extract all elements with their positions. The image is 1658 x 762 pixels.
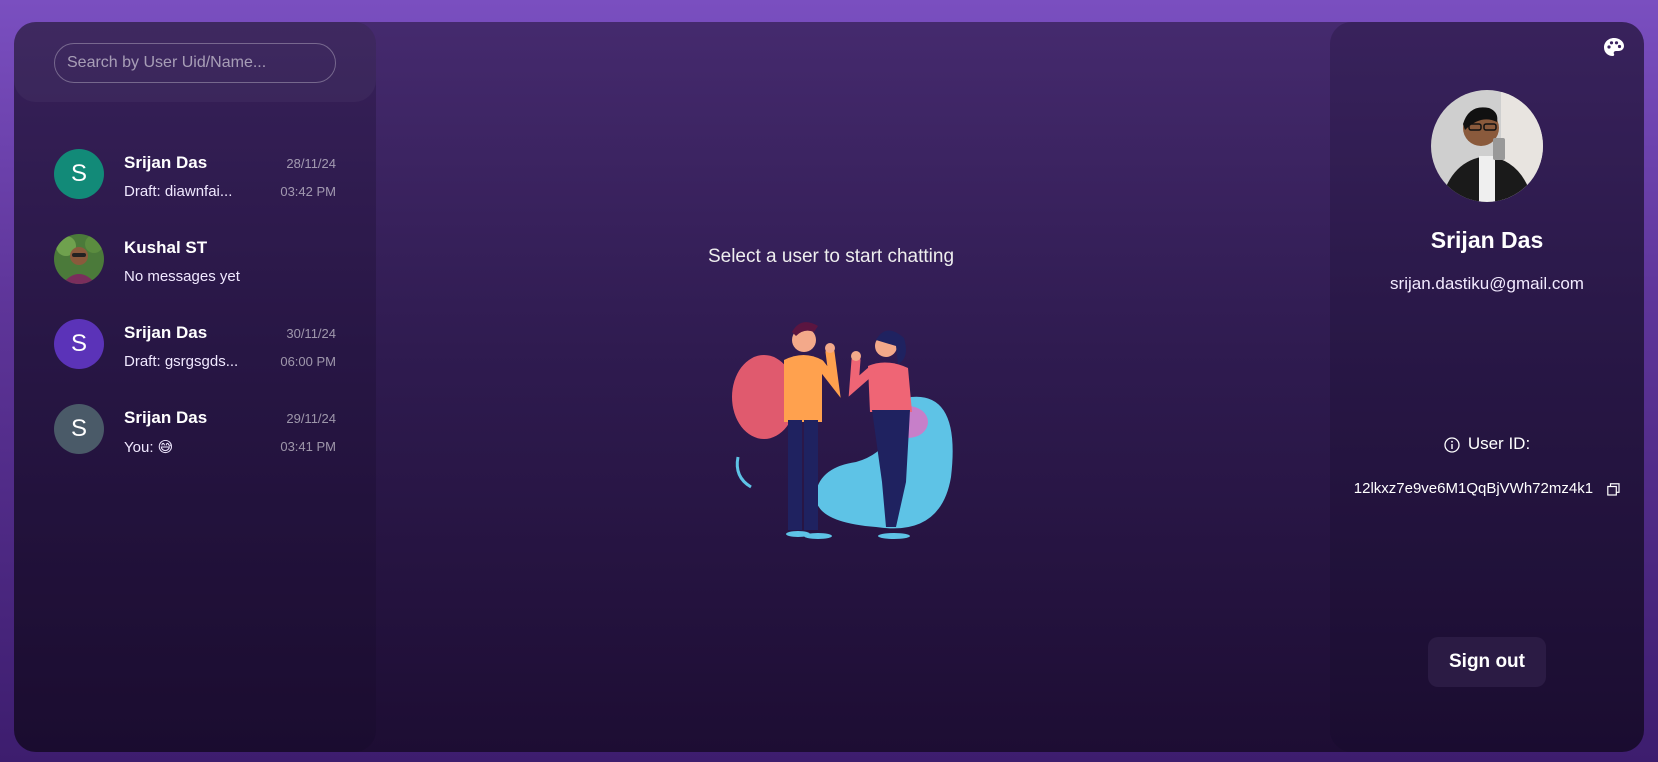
- avatar: S: [54, 404, 104, 454]
- sign-out-button[interactable]: Sign out: [1428, 637, 1546, 687]
- chat-date: 29/11/24: [286, 411, 336, 426]
- chat-date: 30/11/24: [286, 326, 336, 341]
- chat-preview: No messages yet: [124, 268, 240, 285]
- chat-name: Srijan Das: [124, 408, 208, 427]
- avatar-initial: S: [70, 330, 87, 357]
- chat-sidebar: S Srijan Das Draft: diawnfai... 28/11/24…: [14, 22, 376, 752]
- chat-time: 06:00 PM: [280, 354, 336, 369]
- user-id-label-row: User ID:: [1330, 434, 1644, 454]
- search-bar: [14, 22, 376, 102]
- avatar: S: [54, 149, 104, 199]
- avatar-initial: S: [70, 160, 87, 187]
- search-input[interactable]: [54, 43, 336, 83]
- empty-chat-message: Select a user to start chatting: [707, 246, 955, 267]
- app-window: S Srijan Das Draft: diawnfai... 28/11/24…: [14, 22, 1644, 752]
- profile-name: Srijan Das: [1430, 227, 1544, 253]
- copy-icon[interactable]: [1607, 482, 1620, 496]
- chat-date: 28/11/24: [286, 156, 336, 171]
- info-icon: [1444, 436, 1460, 453]
- chat-time: 03:41 PM: [280, 439, 336, 454]
- user-id-row: 12lkxz7e9ve6M1QqBjVWh72mz4k1: [1330, 480, 1644, 497]
- user-photo-icon: [54, 234, 104, 284]
- profile-panel: Srijan Das srijan.dastiku@gmail.com User…: [1330, 22, 1644, 752]
- chatting-people-illustration: [732, 322, 953, 539]
- chat-list-item[interactable]: Kushal ST No messages yet: [14, 210, 376, 300]
- user-photo-icon: [1431, 90, 1543, 202]
- avatar: S: [54, 319, 104, 369]
- chat-name: Srijan Das: [124, 153, 208, 172]
- profile-avatar: [1431, 90, 1543, 202]
- chat-list-item[interactable]: S Srijan Das Draft: gsrgsgds... 30/11/24…: [14, 295, 376, 385]
- chat-preview: You: 😅: [124, 439, 174, 456]
- chat-preview: Draft: gsrgsgds...: [124, 353, 239, 370]
- user-id-value: 12lkxz7e9ve6M1QqBjVWh72mz4k1: [1353, 480, 1594, 497]
- chat-time: 03:42 PM: [280, 184, 336, 199]
- avatar-initial: S: [70, 415, 87, 442]
- chat-name: Kushal ST: [124, 238, 208, 257]
- chat-preview: Draft: diawnfai...: [124, 183, 233, 200]
- profile-email: srijan.dastiku@gmail.com: [1390, 274, 1584, 293]
- user-id-label: User ID:: [1467, 434, 1531, 453]
- avatar: [54, 234, 104, 284]
- chat-name: Srijan Das: [124, 323, 208, 342]
- chat-list-item[interactable]: S Srijan Das Draft: diawnfai... 28/11/24…: [14, 125, 376, 215]
- chat-list-item[interactable]: S Srijan Das You: 😅 29/11/24 03:41 PM: [14, 380, 376, 470]
- palette-icon[interactable]: [1602, 36, 1626, 60]
